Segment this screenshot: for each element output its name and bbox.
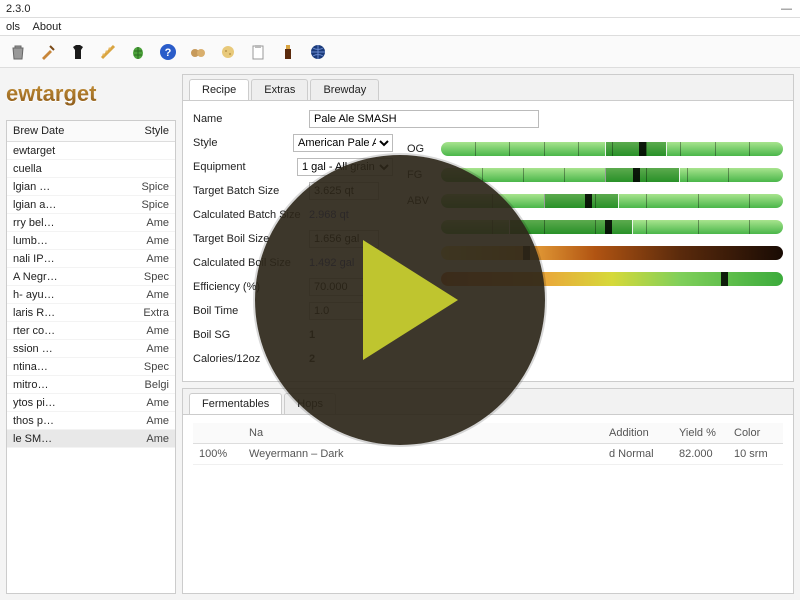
bar-og: 1.058: [441, 142, 783, 156]
ingredient-tabgroup: Fermentables Hops Na Addition Yield % Co…: [182, 388, 794, 594]
play-overlay[interactable]: [255, 155, 545, 445]
recipe-tabs: Recipe Extras Brewday: [183, 75, 793, 100]
bottle-icon[interactable]: [276, 40, 300, 64]
recipe-list-header: Brew Date Style: [7, 121, 175, 142]
list-item[interactable]: ntina…Spec: [7, 358, 175, 376]
fermentables-table: Na Addition Yield % Color 100%Weyermann …: [193, 423, 783, 465]
col-style[interactable]: Style: [73, 125, 169, 137]
tab-recipe[interactable]: Recipe: [189, 79, 249, 100]
toolbar: ?: [0, 36, 800, 68]
broom-icon[interactable]: [36, 40, 60, 64]
app-logo: ewtarget: [6, 74, 176, 114]
list-item[interactable]: laris R…Extra: [7, 304, 175, 322]
list-item[interactable]: mitro…Belgi: [7, 376, 175, 394]
label-target-batch: Target Batch Size: [193, 185, 303, 197]
play-icon: [363, 240, 458, 360]
balls-icon[interactable]: [186, 40, 210, 64]
list-item[interactable]: thos p…Ame: [7, 412, 175, 430]
fermentables-body: Na Addition Yield % Color 100%Weyermann …: [183, 414, 793, 591]
col-addition[interactable]: Addition: [603, 423, 673, 444]
col-pct[interactable]: [193, 423, 243, 444]
bar-fg: 1.017: [441, 168, 783, 182]
svg-text:?: ?: [165, 47, 172, 59]
list-item[interactable]: rter co…Ame: [7, 322, 175, 340]
table-row[interactable]: 100%Weyermann – Darkd Normal82.00010 srm: [193, 444, 783, 465]
globe-icon[interactable]: [306, 40, 330, 64]
yeast-icon[interactable]: [216, 40, 240, 64]
list-item[interactable]: cuella: [7, 160, 175, 178]
list-item[interactable]: rry bel…Ame: [7, 214, 175, 232]
list-item[interactable]: ytos pi…Ame: [7, 394, 175, 412]
left-pane: ewtarget Brew Date Style ewtargetcuellal…: [6, 74, 176, 594]
meter-og: OG 1.058: [407, 139, 783, 159]
recipe-list[interactable]: ewtargetcuellalgian …Spicelgian a…Spicer…: [7, 142, 175, 448]
grain-icon[interactable]: [96, 40, 120, 64]
window-controls[interactable]: —: [781, 0, 794, 17]
tab-brewday[interactable]: Brewday: [310, 79, 379, 100]
tab-extras[interactable]: Extras: [251, 79, 308, 100]
list-item[interactable]: ssion …Ame: [7, 340, 175, 358]
recipe-list-panel: Brew Date Style ewtargetcuellalgian …Spi…: [6, 120, 176, 594]
list-item[interactable]: lgian a…Spice: [7, 196, 175, 214]
list-item[interactable]: h- ayu…Ame: [7, 286, 175, 304]
list-item[interactable]: le SM…Ame: [7, 430, 175, 448]
list-item[interactable]: nali IP…Ame: [7, 250, 175, 268]
label-style: Style: [193, 137, 287, 149]
label-equipment: Equipment: [193, 161, 291, 173]
title-bar: 2.3.0 —: [0, 0, 800, 18]
col-yield[interactable]: Yield %: [673, 423, 728, 444]
list-item[interactable]: A Negr…Spec: [7, 268, 175, 286]
clipboard-icon[interactable]: [246, 40, 270, 64]
window-title: 2.3.0: [6, 0, 30, 17]
menu-tools[interactable]: ols: [6, 21, 20, 33]
menu-about[interactable]: About: [33, 21, 62, 33]
hop-icon[interactable]: [126, 40, 150, 64]
col-brewdate[interactable]: Brew Date: [13, 125, 73, 137]
menu-bar: ols About: [0, 18, 800, 36]
list-item[interactable]: lgian …Spice: [7, 178, 175, 196]
list-item[interactable]: lumb…Ame: [7, 232, 175, 250]
list-item[interactable]: ewtarget: [7, 142, 175, 160]
shirt-icon[interactable]: [66, 40, 90, 64]
tab-fermentables[interactable]: Fermentables: [189, 393, 282, 414]
input-name[interactable]: [309, 110, 539, 128]
select-style[interactable]: American Pale Ale: [293, 134, 393, 152]
trash-icon[interactable]: [6, 40, 30, 64]
help-icon[interactable]: ?: [156, 40, 180, 64]
col-color[interactable]: Color: [728, 423, 783, 444]
label-name: Name: [193, 113, 303, 125]
